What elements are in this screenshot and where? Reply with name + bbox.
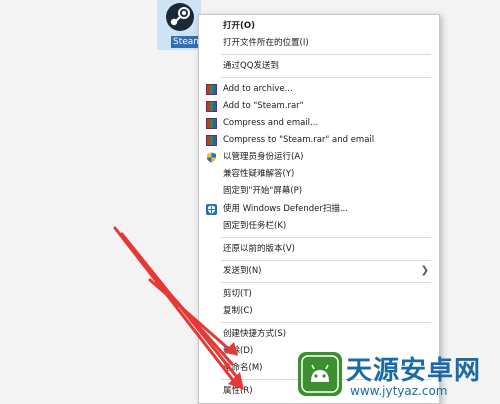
menu-item-pin-to-start[interactable]: 固定到"开始"屏幕(P)	[199, 183, 439, 199]
menu-item-add-to-archive[interactable]: Add to archive...	[199, 81, 439, 97]
windows-defender-icon	[206, 204, 217, 215]
menu-item-label: 使用 Windows Defender扫描...	[223, 204, 348, 214]
menu-item-send-to[interactable]: 发送到(N) ❯	[199, 263, 439, 279]
menu-separator	[221, 237, 431, 238]
chevron-right-icon: ❯	[420, 265, 429, 276]
menu-item-label: 复制(C)	[223, 306, 253, 316]
steam-desktop-shortcut[interactable]: Steam	[157, 0, 205, 50]
menu-item-compatibility-troubleshoot[interactable]: 兼容性疑难解答(Y)	[199, 166, 439, 182]
menu-item-label: 重命名(M)	[223, 363, 263, 373]
menu-item-pin-to-taskbar[interactable]: 固定到任务栏(K)	[199, 218, 439, 234]
menu-item-restore-previous-versions[interactable]: 还原以前的版本(V)	[199, 241, 439, 257]
menu-item-create-shortcut[interactable]: 创建快捷方式(S)	[199, 326, 439, 342]
uac-shield-icon	[207, 152, 216, 163]
menu-item-open[interactable]: 打开(O)	[199, 18, 439, 34]
context-menu: 打开(O) 打开文件所在的位置(I) 通过QQ发送到 Add to archiv…	[198, 14, 440, 404]
menu-item-add-to-steam-rar[interactable]: Add to "Steam.rar"	[199, 98, 439, 114]
watermark-android-logo-icon	[298, 352, 342, 396]
menu-item-label: 发送到(N)	[223, 266, 262, 276]
menu-separator	[221, 282, 431, 283]
menu-item-compress-to-steam-rar-and-email[interactable]: Compress to "Steam.rar" and email	[199, 132, 439, 148]
watermark-title: 天源安卓网	[346, 356, 482, 386]
winrar-icon	[206, 118, 217, 129]
menu-item-label: 创建快捷方式(S)	[223, 329, 287, 339]
menu-item-label: 剪切(T)	[223, 289, 252, 299]
steam-logo-icon	[166, 3, 194, 31]
menu-item-label: Compress to "Steam.rar" and email	[223, 135, 375, 145]
menu-item-label: 固定到任务栏(K)	[223, 221, 287, 231]
menu-item-compress-and-email[interactable]: Compress and email...	[199, 115, 439, 131]
menu-item-open-file-location[interactable]: 打开文件所在的位置(I)	[199, 35, 439, 51]
menu-separator	[221, 77, 431, 78]
menu-item-label: 兼容性疑难解答(Y)	[223, 169, 295, 179]
menu-item-label: 以管理员身份运行(A)	[223, 152, 304, 162]
menu-item-windows-defender-scan[interactable]: 使用 Windows Defender扫描...	[199, 201, 439, 217]
menu-item-run-as-admin[interactable]: 以管理员身份运行(A)	[199, 149, 439, 165]
menu-item-copy[interactable]: 复制(C)	[199, 303, 439, 319]
winrar-icon	[206, 84, 217, 95]
menu-item-label: 固定到"开始"屏幕(P)	[223, 186, 303, 196]
menu-item-label: 还原以前的版本(V)	[223, 244, 295, 254]
menu-item-label: 删除(D)	[223, 346, 254, 356]
menu-item-label: Add to archive...	[223, 84, 293, 94]
menu-item-send-via-qq[interactable]: 通过QQ发送到	[199, 58, 439, 74]
menu-separator	[221, 54, 431, 55]
menu-item-label: Add to "Steam.rar"	[223, 101, 304, 111]
menu-item-cut[interactable]: 剪切(T)	[199, 286, 439, 302]
menu-item-label: 属性(R)	[223, 386, 253, 396]
menu-item-label: 打开文件所在的位置(I)	[223, 38, 309, 48]
watermark-url: www.jytyaz.com	[350, 384, 448, 398]
menu-item-label: Compress and email...	[223, 118, 319, 128]
winrar-icon	[206, 135, 217, 146]
menu-item-label: 通过QQ发送到	[223, 61, 279, 71]
menu-separator	[221, 322, 431, 323]
winrar-icon	[206, 101, 217, 112]
menu-item-label: 打开(O)	[223, 21, 255, 31]
menu-separator	[221, 260, 431, 261]
